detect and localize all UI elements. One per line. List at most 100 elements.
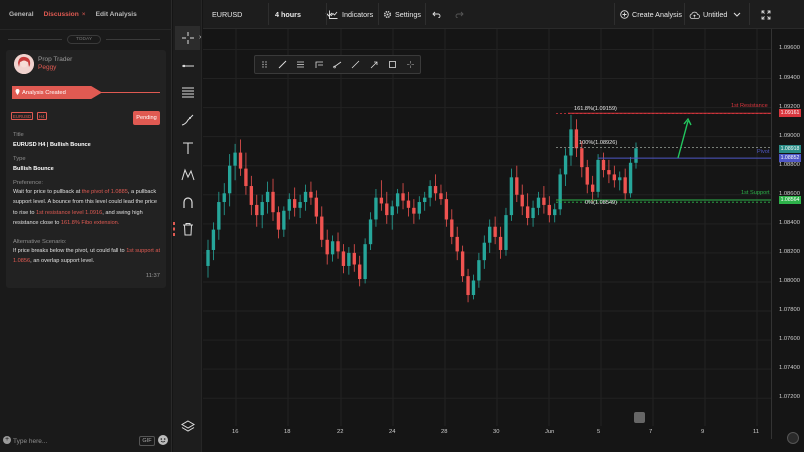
candle-body — [542, 197, 546, 205]
candle-body — [244, 168, 248, 187]
fib-extension-icon[interactable] — [310, 56, 328, 73]
candle-body — [466, 276, 470, 296]
candle-body — [325, 239, 329, 255]
type-label: Type — [13, 156, 26, 162]
type-value: Bullish Bounce — [13, 166, 54, 172]
fib-lines-icon[interactable] — [292, 56, 310, 73]
price-tick-label: 1.07400 — [779, 365, 800, 372]
timeframe-selector[interactable]: 4 hours — [275, 0, 333, 29]
candle-body — [390, 206, 394, 216]
fib-label-100: 100%(1.08926) — [579, 140, 618, 147]
ray-icon[interactable] — [347, 56, 365, 73]
indicators-button[interactable]: Indicators — [329, 0, 373, 29]
candle-body — [531, 207, 535, 219]
fibonacci-icon — [181, 87, 194, 98]
delete-tool[interactable] — [175, 217, 200, 241]
gif-button[interactable]: GIF — [139, 436, 155, 446]
analysis-message-card: Prop Trader Peggy Analysis Created EURUS… — [6, 50, 166, 288]
message-composer: + GIF — [0, 430, 172, 452]
text-tool[interactable] — [175, 136, 200, 160]
redo-button[interactable] — [455, 0, 464, 29]
price-tick-label: 1.09000 — [779, 132, 800, 139]
magnet-icon — [182, 197, 193, 208]
time-tick-label: 5 — [597, 429, 601, 435]
candle-body — [347, 252, 351, 266]
layers-tool[interactable] — [175, 414, 200, 438]
panel-resize-handle[interactable] — [173, 222, 175, 236]
brush-tool[interactable] — [175, 108, 200, 132]
close-tab-icon[interactable]: × — [82, 11, 86, 18]
tab-discussion[interactable]: Discussion × — [44, 11, 86, 18]
plus-icon[interactable]: + — [3, 436, 11, 444]
price-tag: 1.09161 — [779, 109, 801, 118]
chat-bubble-icon[interactable] — [634, 412, 645, 423]
drag-grip-icon[interactable] — [255, 56, 273, 73]
chart-area[interactable] — [203, 29, 804, 452]
settings-button[interactable]: Settings — [383, 0, 421, 29]
crosshair-tool[interactable] — [175, 26, 200, 50]
crosshair-small-icon[interactable] — [402, 56, 420, 73]
preference-label: Preference: — [13, 180, 43, 186]
brush-icon — [181, 114, 193, 126]
candle-body — [330, 241, 335, 255]
candle-body — [395, 193, 400, 207]
price-chart[interactable] — [203, 29, 804, 452]
support-label: 1st Support — [741, 189, 770, 196]
time-tick-label: 16 — [232, 429, 239, 435]
pen-icon[interactable] — [273, 56, 291, 73]
separator — [326, 3, 327, 25]
emoji-icon[interactable] — [158, 435, 168, 445]
symbol-selector[interactable]: EURUSD — [212, 0, 242, 29]
line-tool[interactable] — [175, 54, 200, 78]
avatar[interactable] — [14, 54, 34, 74]
bullish-arrow — [677, 120, 689, 159]
title-label: Title — [13, 132, 24, 138]
author-name[interactable]: Peggy — [38, 64, 56, 71]
message-input[interactable] — [13, 435, 123, 447]
chevron-right-icon[interactable]: › — [199, 34, 201, 41]
candle-body — [618, 177, 622, 181]
price-axis[interactable]: 1.09600 1.09400 1.09200 1.09000 1.08800 1.086… — [771, 29, 804, 439]
gear-icon — [384, 11, 391, 18]
chart-settings-icon[interactable] — [787, 432, 799, 444]
candle-body — [276, 212, 281, 230]
candle-body — [406, 200, 411, 208]
time-tick-label: 30 — [493, 429, 500, 435]
pattern-tool[interactable] — [175, 163, 200, 187]
fibo-highlight: 161.8% Fibo extension. — [60, 220, 120, 227]
separator — [684, 3, 685, 25]
candle-body — [352, 252, 356, 265]
candle-body — [612, 174, 617, 181]
tab-edit-analysis[interactable]: Edit Analysis — [96, 11, 137, 18]
candle-body — [249, 186, 254, 205]
candle-body — [460, 251, 465, 277]
price-tick-label: 1.08200 — [779, 248, 800, 255]
rectangle-icon[interactable] — [383, 56, 401, 73]
time-tick-label: 11 — [753, 429, 760, 435]
create-analysis-button[interactable]: Create Analysis — [620, 0, 682, 29]
tab-general[interactable]: General — [9, 11, 34, 18]
candle-body — [455, 236, 459, 252]
horizontal-line-icon — [181, 64, 194, 68]
resistance-highlight: 1st resistance level 1.0916 — [36, 209, 103, 216]
time-axis[interactable]: 16 18 22 24 28 30 Jun 5 7 9 11 — [203, 426, 771, 440]
timeframe-chip: H4 — [37, 112, 47, 120]
trend-line-icon[interactable] — [328, 56, 346, 73]
candle-body — [320, 216, 324, 240]
alternative-text-part: , an overlap support level. — [30, 258, 95, 265]
magnet-tool[interactable] — [175, 190, 200, 214]
undo-button[interactable] — [432, 0, 441, 29]
trash-icon — [182, 223, 193, 236]
layout-menu[interactable]: Untitled — [689, 0, 741, 29]
candle-body — [417, 202, 421, 214]
title-value: EURUSD H4 | Bullish Bounce — [13, 142, 91, 148]
fullscreen-button[interactable] — [761, 0, 771, 29]
arrow-tool-icon[interactable] — [365, 56, 383, 73]
plus-circle-icon — [620, 10, 629, 19]
left-tabs: General Discussion × Edit Analysis — [0, 0, 172, 30]
indicators-icon — [329, 10, 338, 19]
fibonacci-tool[interactable] — [175, 80, 200, 104]
candle-body — [287, 199, 291, 211]
candle-body — [607, 170, 611, 175]
undo-icon — [432, 11, 441, 18]
